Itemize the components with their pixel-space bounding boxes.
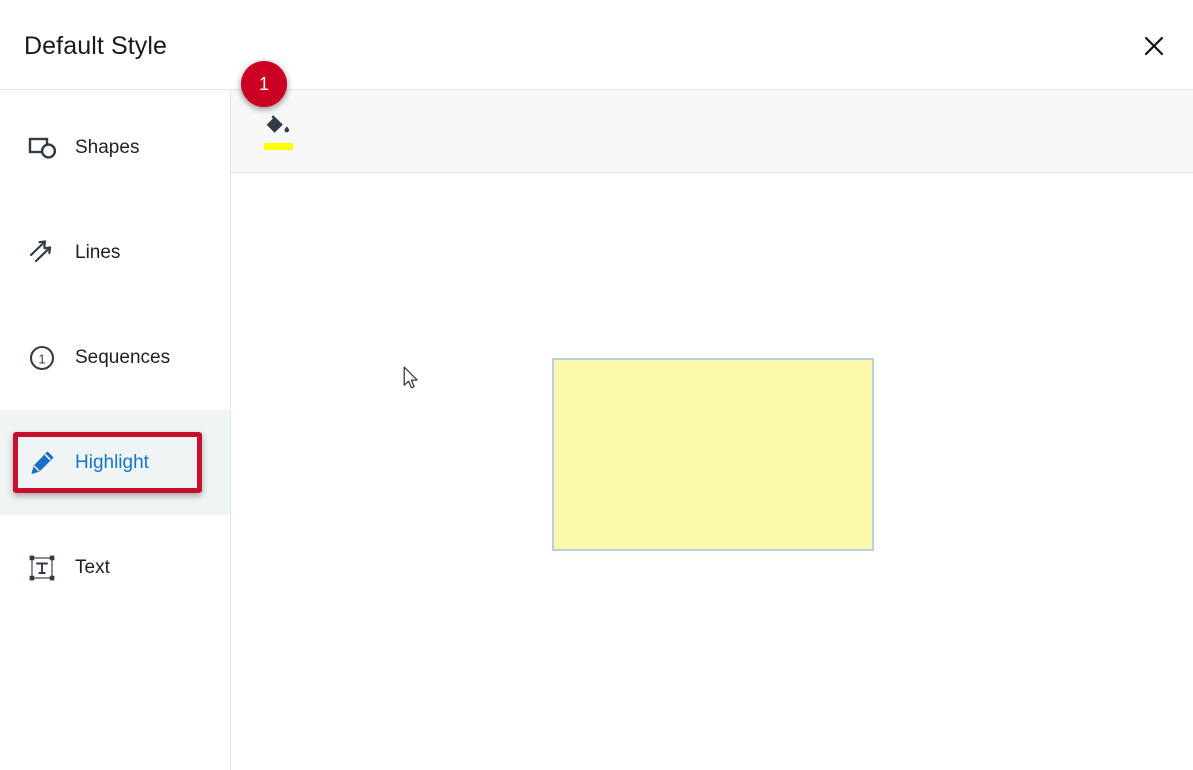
sidebar: Shapes Lines 1 Sequences Highlight Text — [0, 90, 231, 770]
sidebar-item-label: Highlight — [75, 451, 149, 473]
fill-color-button[interactable] — [253, 106, 303, 156]
annotation-step-badge: 1 — [241, 61, 287, 107]
paint-bucket-icon — [263, 113, 293, 142]
shapes-icon — [28, 131, 62, 165]
highlight-preview-rectangle[interactable] — [552, 358, 874, 551]
preview-canvas[interactable] — [231, 173, 1193, 770]
dialog-header: Default Style — [0, 0, 1193, 90]
annotation-step-number: 1 — [258, 74, 269, 94]
sidebar-item-label: Shapes — [75, 136, 140, 158]
sidebar-item-label: Text — [75, 556, 110, 578]
style-toolbar — [231, 90, 1193, 173]
sidebar-item-sequences[interactable]: 1 Sequences — [0, 305, 230, 410]
sidebar-item-text[interactable]: Text — [0, 515, 230, 620]
sequences-icon: 1 — [28, 341, 62, 375]
sidebar-item-lines[interactable]: Lines — [0, 200, 230, 305]
svg-text:1: 1 — [38, 351, 45, 366]
text-icon — [28, 551, 62, 585]
sidebar-item-highlight[interactable]: Highlight — [0, 410, 230, 515]
sidebar-item-shapes[interactable]: Shapes — [0, 95, 230, 200]
close-icon — [1141, 33, 1167, 59]
sidebar-item-label: Lines — [75, 241, 121, 263]
highlight-pen-icon — [28, 446, 62, 480]
default-style-dialog: Default Style Shapes Lines 1 Sequences H… — [0, 0, 1193, 770]
fill-color-swatch — [263, 142, 293, 150]
lines-icon — [28, 236, 62, 270]
page-title: Default Style — [24, 32, 168, 60]
close-button[interactable] — [1133, 25, 1175, 67]
sidebar-item-label: Sequences — [75, 346, 171, 368]
